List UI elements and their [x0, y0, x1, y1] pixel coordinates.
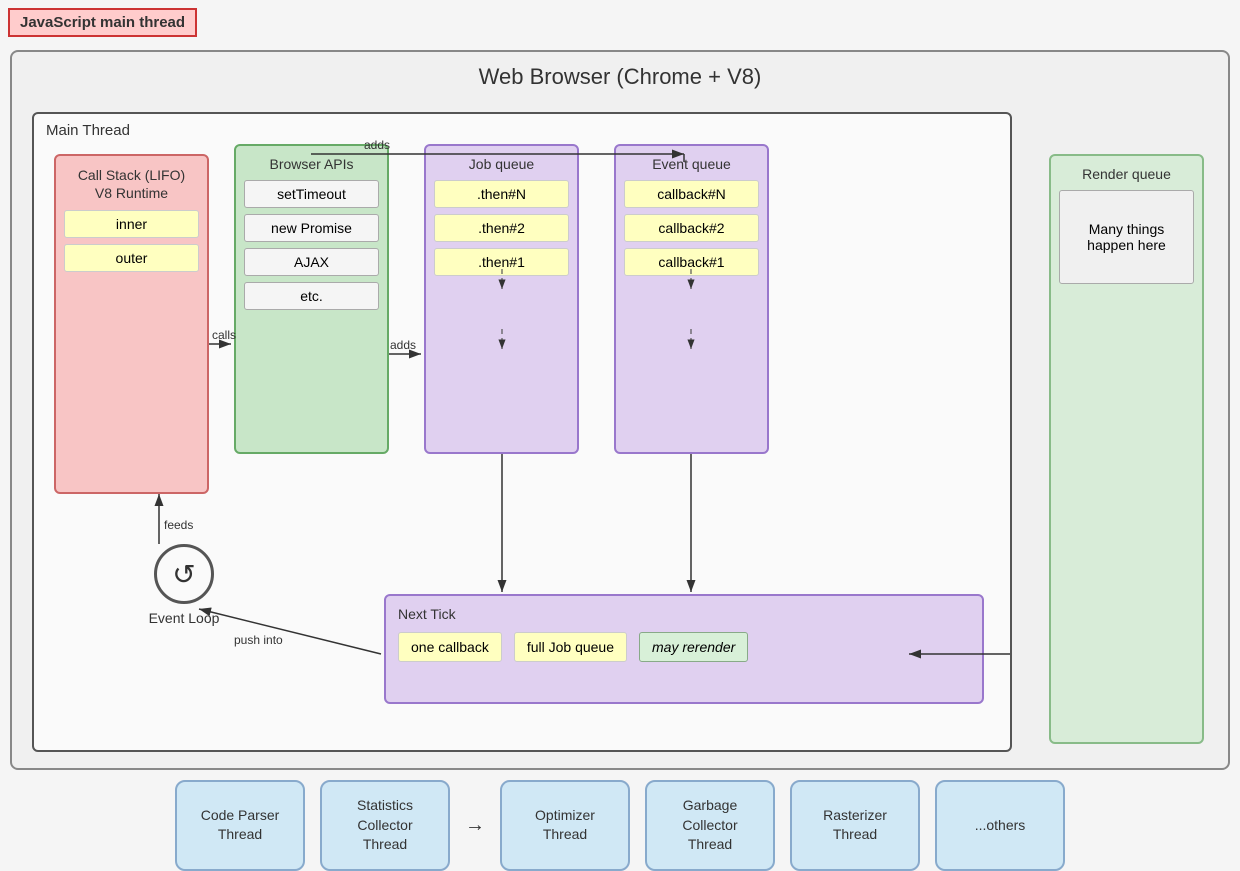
- render-queue: Render queue Many things happen here: [1049, 154, 1204, 744]
- next-tick: Next Tick one callback full Job queue ma…: [384, 594, 984, 704]
- main-thread-label: Main Thread: [46, 122, 130, 139]
- event-callback-2: callback#2: [624, 214, 759, 242]
- call-stack: Call Stack (LIFO)V8 Runtime inner outer: [54, 154, 209, 494]
- browser-apis: Browser APIs setTimeout new Promise AJAX…: [234, 144, 389, 454]
- svg-text:calls: calls: [212, 328, 236, 342]
- tick-one-callback: one callback: [398, 632, 502, 662]
- next-tick-title: Next Tick: [398, 606, 970, 622]
- event-loop-area: Event Loop: [124, 544, 244, 626]
- job-queue-title: Job queue: [434, 156, 569, 172]
- web-browser-title: Web Browser (Chrome + V8): [12, 52, 1228, 98]
- api-etc: etc.: [244, 282, 379, 310]
- tick-may-rerender: may rerender: [639, 632, 748, 662]
- render-queue-title: Render queue: [1059, 166, 1194, 182]
- web-browser-container: Web Browser (Chrome + V8) Main Thread Ca…: [10, 50, 1230, 770]
- svg-text:push into: push into: [234, 633, 283, 647]
- js-main-thread-label: JavaScript main thread: [8, 8, 197, 37]
- render-content: Many things happen here: [1059, 190, 1194, 284]
- job-then-n: .then#N: [434, 180, 569, 208]
- thread-arrow-1: →: [465, 780, 485, 871]
- event-queue-title: Event queue: [624, 156, 759, 172]
- stack-item-outer: outer: [64, 244, 199, 272]
- browser-apis-title: Browser APIs: [244, 156, 379, 172]
- event-loop-label: Event Loop: [124, 610, 244, 626]
- event-callback-n: callback#N: [624, 180, 759, 208]
- tick-full-job-queue: full Job queue: [514, 632, 627, 662]
- main-thread-box: Main Thread Call Stack (LIFO)V8 Runtime …: [32, 112, 1012, 752]
- stack-item-inner: inner: [64, 210, 199, 238]
- thread-code-parser: Code ParserThread: [175, 780, 305, 871]
- svg-text:feeds: feeds: [164, 518, 193, 532]
- bottom-threads: Code ParserThread StatisticsCollectorThr…: [10, 780, 1230, 871]
- api-ajax: AJAX: [244, 248, 379, 276]
- job-queue: Job queue .then#N .then#2 .then#1: [424, 144, 579, 454]
- job-then-1: .then#1: [434, 248, 569, 276]
- thread-optimizer: OptimizerThread: [500, 780, 630, 871]
- event-callback-1: callback#1: [624, 248, 759, 276]
- event-loop-circle: [154, 544, 214, 604]
- api-new-promise: new Promise: [244, 214, 379, 242]
- thread-rasterizer: RasterizerThread: [790, 780, 920, 871]
- thread-garbage-collector: GarbageCollectorThread: [645, 780, 775, 871]
- call-stack-title: Call Stack (LIFO)V8 Runtime: [64, 166, 199, 202]
- event-queue: Event queue callback#N callback#2 callba…: [614, 144, 769, 454]
- svg-text:adds: adds: [390, 338, 416, 352]
- next-tick-items: one callback full Job queue may rerender: [398, 632, 970, 662]
- job-then-2: .then#2: [434, 214, 569, 242]
- api-settimeout: setTimeout: [244, 180, 379, 208]
- thread-others: ...others: [935, 780, 1065, 871]
- thread-statistics-collector: StatisticsCollectorThread: [320, 780, 450, 871]
